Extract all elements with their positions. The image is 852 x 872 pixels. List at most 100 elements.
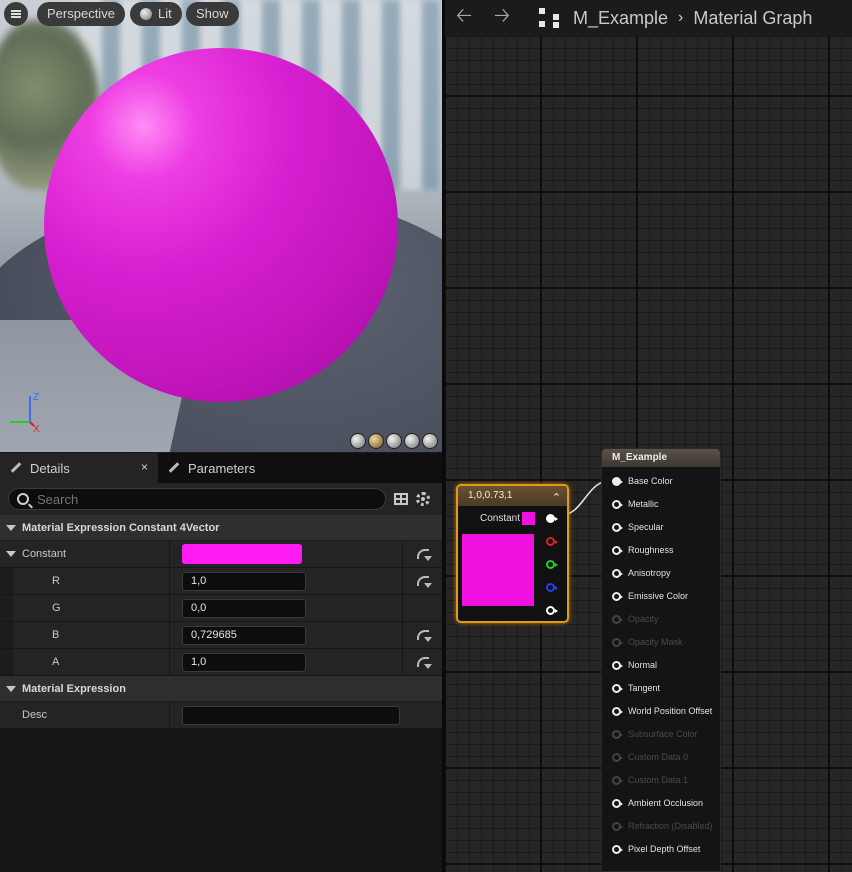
input-row[interactable]: Tangent: [612, 681, 660, 695]
b-value-field[interactable]: 0,729685: [182, 625, 306, 645]
search-box[interactable]: [8, 488, 386, 510]
input-label: Metallic: [628, 499, 659, 509]
output-pin-g[interactable]: [546, 560, 558, 569]
viewport-menu-button[interactable]: [4, 2, 28, 26]
tab-parameters[interactable]: Parameters: [158, 453, 263, 483]
input-pin[interactable]: [612, 660, 623, 670]
input-pin[interactable]: [612, 591, 623, 601]
output-pin-rgba[interactable]: [546, 514, 558, 523]
close-icon[interactable]: ×: [141, 460, 148, 474]
input-label: Anisotropy: [628, 568, 671, 578]
input-row[interactable]: Specular: [612, 520, 664, 534]
input-pin[interactable]: [612, 844, 623, 854]
r-value-field[interactable]: 1,0: [182, 571, 306, 591]
input-row: Opacity Mask: [612, 635, 683, 649]
graph-toolbar: 🡠 🡢 M_Example › Material Graph: [445, 0, 852, 36]
reset-icon: [416, 630, 429, 640]
input-row[interactable]: Emissive Color: [612, 589, 688, 603]
expand-triangle-icon[interactable]: [6, 551, 16, 557]
tab-details[interactable]: Details ×: [0, 453, 158, 483]
a-value-field[interactable]: 1,0: [182, 652, 306, 672]
input-pin[interactable]: [612, 706, 623, 716]
reset-to-default-button[interactable]: [402, 568, 442, 594]
property-component-b: B 0,729685: [0, 622, 442, 649]
input-pin[interactable]: [612, 476, 623, 486]
input-row[interactable]: Ambient Occlusion: [612, 796, 703, 810]
color-preview: [462, 534, 534, 606]
input-pin[interactable]: [612, 683, 623, 693]
hamburger-icon: [11, 10, 21, 18]
material-graph-canvas[interactable]: 🡠 🡢 M_Example › Material Graph 1,0,0.73,…: [445, 0, 852, 872]
input-row: Refraction (Disabled): [612, 819, 713, 833]
table-view-icon[interactable]: [394, 493, 408, 505]
preview-sphere[interactable]: [44, 48, 398, 402]
constant-4vector-node[interactable]: 1,0,0.73,1 ⌃ Constant: [456, 484, 569, 623]
arrow-right-icon[interactable]: 🡢: [483, 1, 521, 35]
input-label: Pixel Depth Offset: [628, 844, 701, 854]
input-row[interactable]: Anisotropy: [612, 566, 671, 580]
reset-empty-cell: [402, 595, 442, 621]
input-label: Tangent: [628, 683, 661, 693]
breadcrumb-graph: Material Graph: [693, 7, 813, 28]
collapse-chevron-icon[interactable]: ⌃: [552, 488, 561, 508]
component-label: R: [52, 575, 60, 587]
g-value-field[interactable]: 0,0: [182, 598, 306, 618]
lit-button[interactable]: Lit: [130, 2, 182, 26]
input-row[interactable]: Metallic: [612, 497, 659, 511]
node-title: 1,0,0.73,1: [468, 490, 513, 501]
input-label: Subsurface Color: [628, 729, 698, 739]
input-pin: [612, 752, 623, 762]
custom-mesh-preview-icon[interactable]: [422, 433, 438, 449]
input-label: Opacity: [628, 614, 659, 624]
output-pin-b[interactable]: [546, 583, 558, 592]
reset-icon: [416, 549, 429, 559]
material-result-node[interactable]: M_Example Base Color Metallic Specular Roug…: [601, 448, 721, 872]
input-row: Opacity: [612, 612, 659, 626]
desc-field[interactable]: [182, 705, 400, 725]
input-row[interactable]: Roughness: [612, 543, 674, 557]
tab-details-label: Details: [30, 460, 70, 476]
level-viewport[interactable]: Perspective Lit Show Z X: [0, 0, 442, 452]
input-label: Refraction (Disabled): [628, 821, 713, 831]
input-row[interactable]: Base Color: [612, 474, 673, 488]
input-pin[interactable]: [612, 568, 623, 578]
axis-gizmo: Z X: [10, 392, 40, 434]
property-component-g: G 0,0: [0, 595, 442, 622]
expand-triangle-icon: [6, 524, 16, 531]
breadcrumb-material[interactable]: M_Example: [573, 8, 668, 29]
property-name: Constant: [0, 541, 170, 567]
section-title: Material Expression: [22, 682, 126, 695]
sphere-preview-icon[interactable]: [368, 433, 384, 449]
search-input[interactable]: [37, 491, 367, 507]
cube-preview-icon[interactable]: [404, 433, 420, 449]
output-pin-a[interactable]: [546, 606, 558, 615]
input-pin[interactable]: [612, 798, 623, 808]
input-label: Ambient Occlusion: [628, 798, 704, 808]
cylinder-preview-icon[interactable]: [350, 433, 366, 449]
component-label: A: [52, 656, 60, 668]
input-pin: [612, 637, 623, 647]
arrow-left-icon[interactable]: 🡠: [445, 1, 483, 35]
output-label: Constant: [480, 513, 521, 524]
output-pin-r[interactable]: [546, 537, 558, 546]
input-pin[interactable]: [612, 499, 623, 509]
input-pin[interactable]: [612, 522, 623, 532]
section-material-expression[interactable]: Material Expression: [0, 676, 442, 702]
section-constant-4vector[interactable]: Material Expression Constant 4Vector: [0, 515, 442, 541]
input-row[interactable]: World Position Offset: [612, 704, 712, 718]
gear-icon[interactable]: [416, 492, 430, 506]
input-label: Roughness: [628, 545, 674, 555]
input-label: Opacity Mask: [628, 637, 683, 647]
axis-x-label: X: [33, 424, 40, 434]
reset-to-default-button[interactable]: [402, 622, 442, 648]
input-row[interactable]: Normal: [612, 658, 657, 672]
reset-to-default-button[interactable]: [402, 541, 442, 567]
constant-color-swatch[interactable]: [182, 544, 302, 564]
input-row[interactable]: Pixel Depth Offset: [612, 842, 700, 856]
show-button[interactable]: Show: [186, 2, 239, 26]
reset-to-default-button[interactable]: [402, 649, 442, 675]
plane-preview-icon[interactable]: [386, 433, 402, 449]
axis-z-label: Z: [33, 392, 39, 403]
perspective-button[interactable]: Perspective: [37, 2, 125, 26]
input-pin[interactable]: [612, 545, 623, 555]
